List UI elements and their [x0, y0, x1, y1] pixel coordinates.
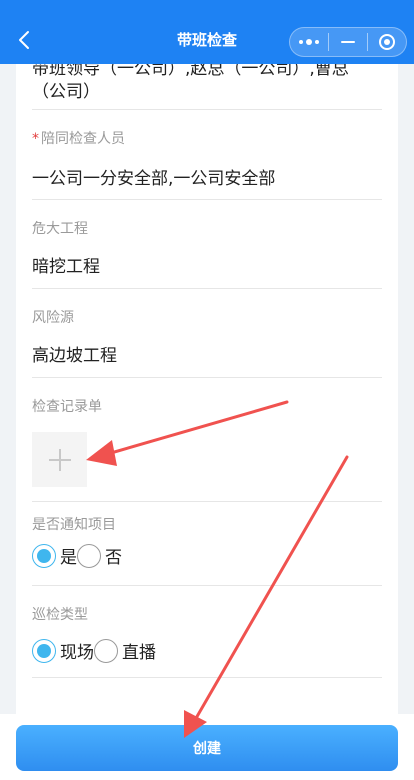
radio-unchecked-icon — [77, 543, 101, 568]
notify-radio-group: 是 否 — [32, 543, 122, 568]
radio-unchecked-icon — [94, 638, 118, 663]
more-button[interactable] — [290, 28, 328, 56]
accompany-label: * 陪同检查人员 — [32, 131, 125, 147]
risk-value: 高边坡工程 — [32, 346, 117, 366]
form-card: 带班领导（一公司）,赵总（一公司）,曹总（公司） * 陪同检查人员 一公司一分安全… — [16, 64, 398, 714]
radio-label: 是 — [60, 548, 77, 568]
minus-icon — [341, 41, 355, 43]
accompany-value: 一公司一分安全部,一公司安全部 — [32, 169, 276, 189]
inspect-type-label: 巡检类型 — [32, 607, 88, 623]
navigation-bar: 带班检查 — [0, 0, 414, 64]
notify-option-yes[interactable]: 是 — [32, 543, 77, 568]
bottom-bar: 创建 — [0, 714, 414, 780]
risk-label: 风险源 — [32, 310, 74, 326]
leader-value: 带班领导（一公司）,赵总（一公司）,曹总（公司） — [32, 64, 349, 102]
close-miniprogram-button[interactable] — [368, 28, 406, 56]
more-dots-icon — [299, 39, 319, 45]
inspect-option-onsite[interactable]: 现场 — [32, 638, 94, 663]
miniprogram-capsule — [289, 27, 407, 57]
upload-button[interactable] — [32, 432, 87, 487]
project-label: 危大工程 — [32, 221, 88, 237]
field-accompany[interactable]: * 陪同检查人员 一公司一分安全部,一公司安全部 — [32, 110, 382, 200]
radio-label: 否 — [105, 548, 122, 568]
create-button[interactable]: 创建 — [16, 725, 398, 771]
field-inspect-type: 巡检类型 现场 直播 — [32, 586, 382, 678]
notify-option-no[interactable]: 否 — [77, 543, 122, 568]
project-value: 暗挖工程 — [32, 257, 100, 277]
plus-icon — [48, 448, 71, 471]
radio-label: 直播 — [122, 643, 156, 663]
required-mark: * — [32, 131, 39, 147]
radio-checked-icon — [32, 543, 56, 568]
notify-label: 是否通知项目 — [32, 517, 116, 533]
radio-checked-icon — [32, 638, 56, 663]
radio-label: 现场 — [60, 643, 94, 663]
field-leader: 带班领导（一公司）,赵总（一公司）,曹总（公司） — [32, 64, 382, 110]
field-risk[interactable]: 风险源 高边坡工程 — [32, 289, 382, 378]
record-label: 检查记录单 — [32, 399, 102, 415]
inspect-type-radio-group: 现场 直播 — [32, 638, 156, 663]
target-circle-icon — [379, 34, 395, 50]
inspect-option-live[interactable]: 直播 — [94, 638, 156, 663]
minimize-button[interactable] — [329, 28, 367, 56]
field-notify: 是否通知项目 是 否 — [32, 502, 382, 586]
field-record: 检查记录单 — [32, 378, 382, 502]
field-project[interactable]: 危大工程 暗挖工程 — [32, 200, 382, 289]
